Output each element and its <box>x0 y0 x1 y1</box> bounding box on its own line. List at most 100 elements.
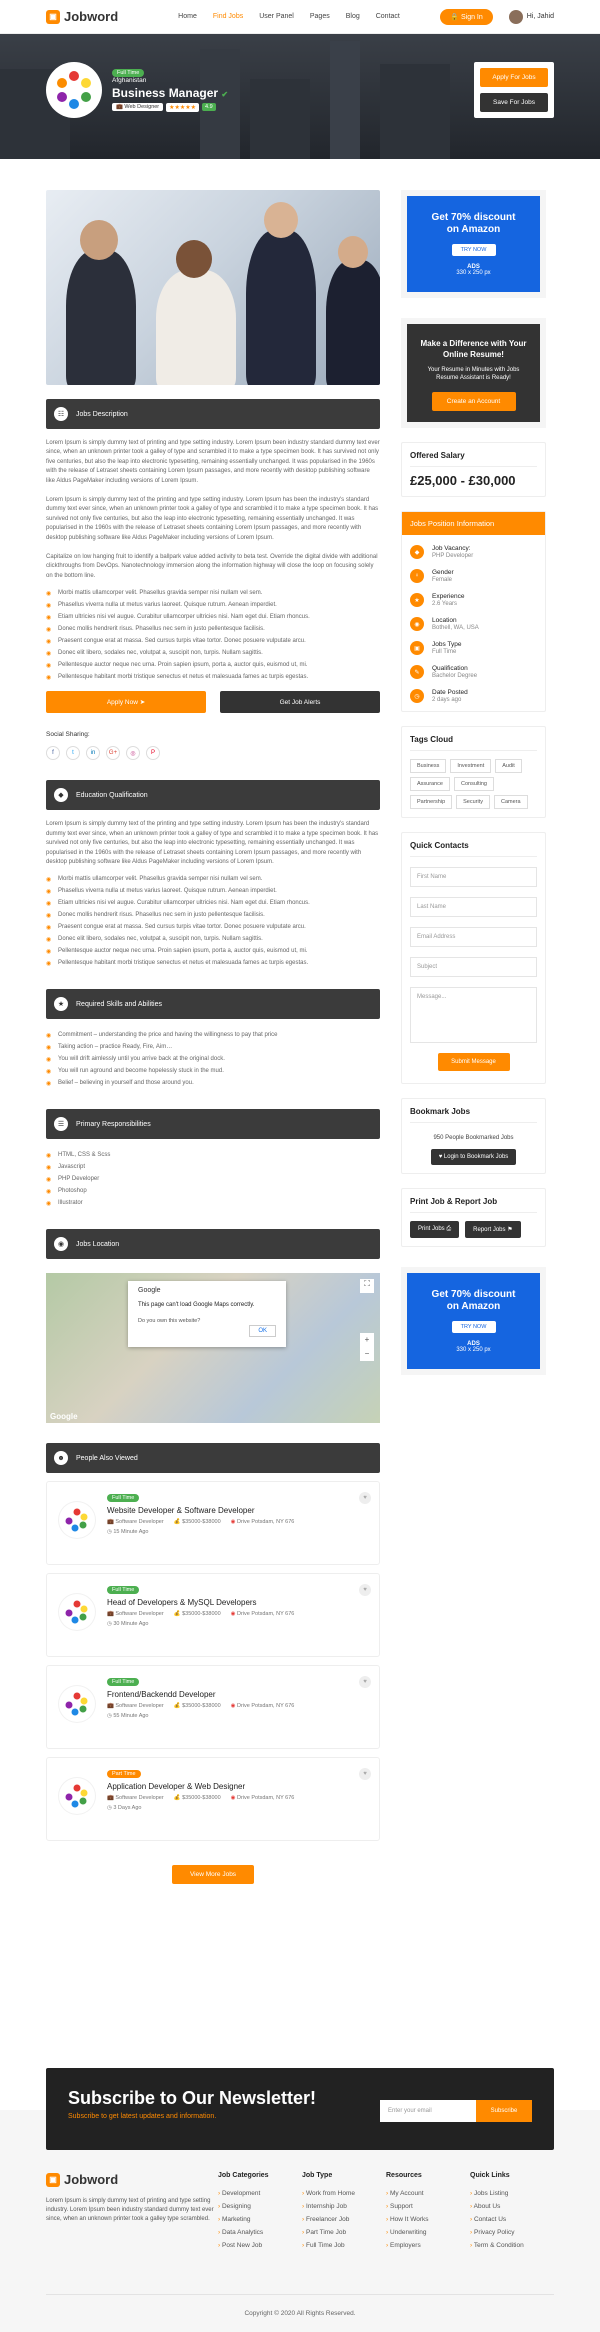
amazon-ad-bottom[interactable]: Get 70% discount on Amazon TRY NOW ADS 3… <box>401 1267 546 1375</box>
offered-salary-widget: Offered Salary £25,000 - £30,000 <box>401 442 546 497</box>
pinterest-icon[interactable]: P <box>146 746 160 761</box>
menu-item-user-panel[interactable]: User Panel <box>259 13 294 20</box>
menu-item-pages[interactable]: Pages <box>310 13 330 20</box>
position-info-row: ◉ Location Bothell, WA, USA <box>410 617 537 631</box>
job-card[interactable]: Full Time Frontend/Backendd Developer 💼 So… <box>46 1665 380 1750</box>
briefcase-icon: ▣ <box>46 9 60 24</box>
footer-link[interactable]: Development <box>218 2187 302 2200</box>
job-type-badge: Part Time <box>107 1770 141 1779</box>
instagram-icon[interactable]: ◎ <box>126 746 140 761</box>
fullscreen-icon[interactable]: ⛶ <box>360 1279 374 1294</box>
submit-message-button[interactable]: Submit Message <box>437 1053 510 1071</box>
posted-time: ◷ 15 Minute Ago <box>107 1529 149 1536</box>
try-now-button[interactable]: TRY NOW <box>451 1321 496 1333</box>
footer-link[interactable]: Jobs Listing <box>470 2187 554 2200</box>
footer-link[interactable]: How It Works <box>386 2213 470 2226</box>
footer-link[interactable]: Contact Us <box>470 2213 554 2226</box>
footer-column-title: Job Categories <box>218 2172 269 2179</box>
tag-item[interactable]: Security <box>456 795 491 809</box>
footer-link[interactable]: Employers <box>386 2239 470 2252</box>
create-account-button[interactable]: Create an Account <box>431 392 516 411</box>
google-plus-icon[interactable]: G+ <box>106 746 120 761</box>
list-item: Donec mollis hendrerit risus. Phasellus … <box>46 623 380 635</box>
heart-icon[interactable]: ♥ <box>359 1492 371 1505</box>
footer-link[interactable]: Underwriting <box>386 2226 470 2239</box>
job-title[interactable]: Frontend/Backendd Developer <box>107 1690 379 1699</box>
footer-link[interactable]: Work from Home <box>302 2187 386 2200</box>
menu-item-find-jobs[interactable]: Find Jobs <box>213 13 243 20</box>
map-ok-button[interactable]: OK <box>249 1325 276 1338</box>
job-title[interactable]: Website Developer & Software Developer <box>107 1506 379 1515</box>
footer-link[interactable]: Part Time Job <box>302 2226 386 2239</box>
list-item: Praesent congue erat at massa. Sed cursu… <box>46 921 380 933</box>
footer-link[interactable]: Designing <box>218 2200 302 2213</box>
footer-link[interactable]: Marketing <box>218 2213 302 2226</box>
zoom-controls[interactable]: + − <box>360 1333 374 1362</box>
subject-field[interactable]: Subject <box>410 957 537 977</box>
job-card[interactable]: Full Time Website Developer & Software De… <box>46 1481 380 1566</box>
login-bookmark-button[interactable]: ♥ Login to Bookmark Jobs <box>430 1149 517 1165</box>
footer-link[interactable]: Privacy Policy <box>470 2226 554 2239</box>
job-title[interactable]: Application Developer & Web Designer <box>107 1782 379 1791</box>
facebook-icon[interactable]: f <box>46 746 60 761</box>
tag-item[interactable]: Partnership <box>410 795 453 809</box>
footer-link[interactable]: Support <box>386 2200 470 2213</box>
menu-item-contact[interactable]: Contact <box>376 13 400 20</box>
job-category: 💼 Web Designer <box>112 103 164 111</box>
twitter-icon[interactable]: t <box>66 746 80 761</box>
salary-label: 💰 $35000-$38000 <box>173 1795 221 1802</box>
list-item: Pellentesque habitant morbi tristique se… <box>46 671 380 683</box>
footer-link[interactable]: Internship Job <box>302 2200 386 2213</box>
site-logo[interactable]: ▣ Jobword <box>46 9 118 24</box>
heart-icon[interactable]: ♥ <box>359 1584 371 1597</box>
company-logo <box>59 1686 95 1723</box>
report-jobs-button[interactable]: Report Jobs ⚑ <box>465 1221 521 1238</box>
responsibilities-list: HTML, CSS & Scss Javascript PHP Develope… <box>46 1149 380 1209</box>
get-job-alerts-button[interactable]: Get Job Alerts <box>220 691 380 714</box>
heart-icon[interactable]: ♥ <box>359 1768 371 1781</box>
job-location-map[interactable]: Google This page can't load Google Maps … <box>46 1273 380 1424</box>
email-field[interactable]: Email Address <box>410 927 537 947</box>
tag-item[interactable]: Investment <box>450 759 492 773</box>
footer-link[interactable]: My Account <box>386 2187 470 2200</box>
company-logo <box>46 62 102 118</box>
user-menu[interactable]: Hi, Jahid <box>508 9 554 24</box>
tag-item[interactable]: Camera <box>494 795 528 809</box>
tag-item[interactable]: Business <box>410 759 447 773</box>
menu-item-blog[interactable]: Blog <box>346 13 360 20</box>
first-name-field[interactable]: First Name <box>410 867 537 887</box>
footer-logo[interactable]: ▣ Jobword <box>46 2172 218 2187</box>
tag-item[interactable]: Assurance <box>410 777 450 791</box>
footer-link[interactable]: Full Time Job <box>302 2239 386 2252</box>
view-more-jobs-button[interactable]: View More Jobs <box>172 1865 254 1885</box>
location-label: ◉ Drive Potsdam, NY 676 <box>230 1703 295 1710</box>
sign-in-button[interactable]: 🔒 Sign In <box>440 8 493 25</box>
save-for-jobs-button[interactable]: Save For Jobs <box>480 93 548 112</box>
footer-link[interactable]: Term & Condition <box>470 2239 554 2252</box>
message-field[interactable]: Message... <box>410 987 537 1043</box>
footer-link[interactable]: Data Analytics <box>218 2226 302 2239</box>
menu-item-home[interactable]: Home <box>178 13 197 20</box>
newsletter-email-input[interactable]: Enter your email <box>380 2100 476 2122</box>
list-item: Pellentesque auctor neque nec urna. Proi… <box>46 659 380 671</box>
print-jobs-button[interactable]: Print Jobs ⎙ <box>410 1221 460 1238</box>
apply-for-jobs-button[interactable]: Apply For Jobs <box>480 68 548 87</box>
linkedin-icon[interactable]: in <box>86 746 100 761</box>
try-now-button[interactable]: TRY NOW <box>451 244 496 256</box>
last-name-field[interactable]: Last Name <box>410 897 537 917</box>
tag-item[interactable]: Audit <box>495 759 522 773</box>
location-label: ◉ Drive Potsdam, NY 676 <box>230 1519 295 1526</box>
job-title[interactable]: Head of Developers & MySQL Developers <box>107 1598 379 1607</box>
footer-link[interactable]: Post New Job <box>218 2239 302 2252</box>
footer-link[interactable]: Freelancer Job <box>302 2213 386 2226</box>
apply-now-button[interactable]: Apply Now ➤ <box>46 691 206 714</box>
company-logo <box>59 1778 95 1815</box>
tag-item[interactable]: Consulting <box>454 777 494 791</box>
footer-link[interactable]: About Us <box>470 2200 554 2213</box>
tags-cloud-widget: Tags Cloud Business Investment Audit Assura… <box>401 726 546 818</box>
heart-icon[interactable]: ♥ <box>359 1676 371 1689</box>
job-card[interactable]: Part Time Application Developer & Web Des… <box>46 1757 380 1842</box>
amazon-ad[interactable]: Get 70% discount on Amazon TRY NOW ADS 3… <box>401 190 546 298</box>
subscribe-button[interactable]: Subscribe <box>476 2100 532 2122</box>
job-card[interactable]: Full Time Head of Developers & MySQL Deve… <box>46 1573 380 1658</box>
